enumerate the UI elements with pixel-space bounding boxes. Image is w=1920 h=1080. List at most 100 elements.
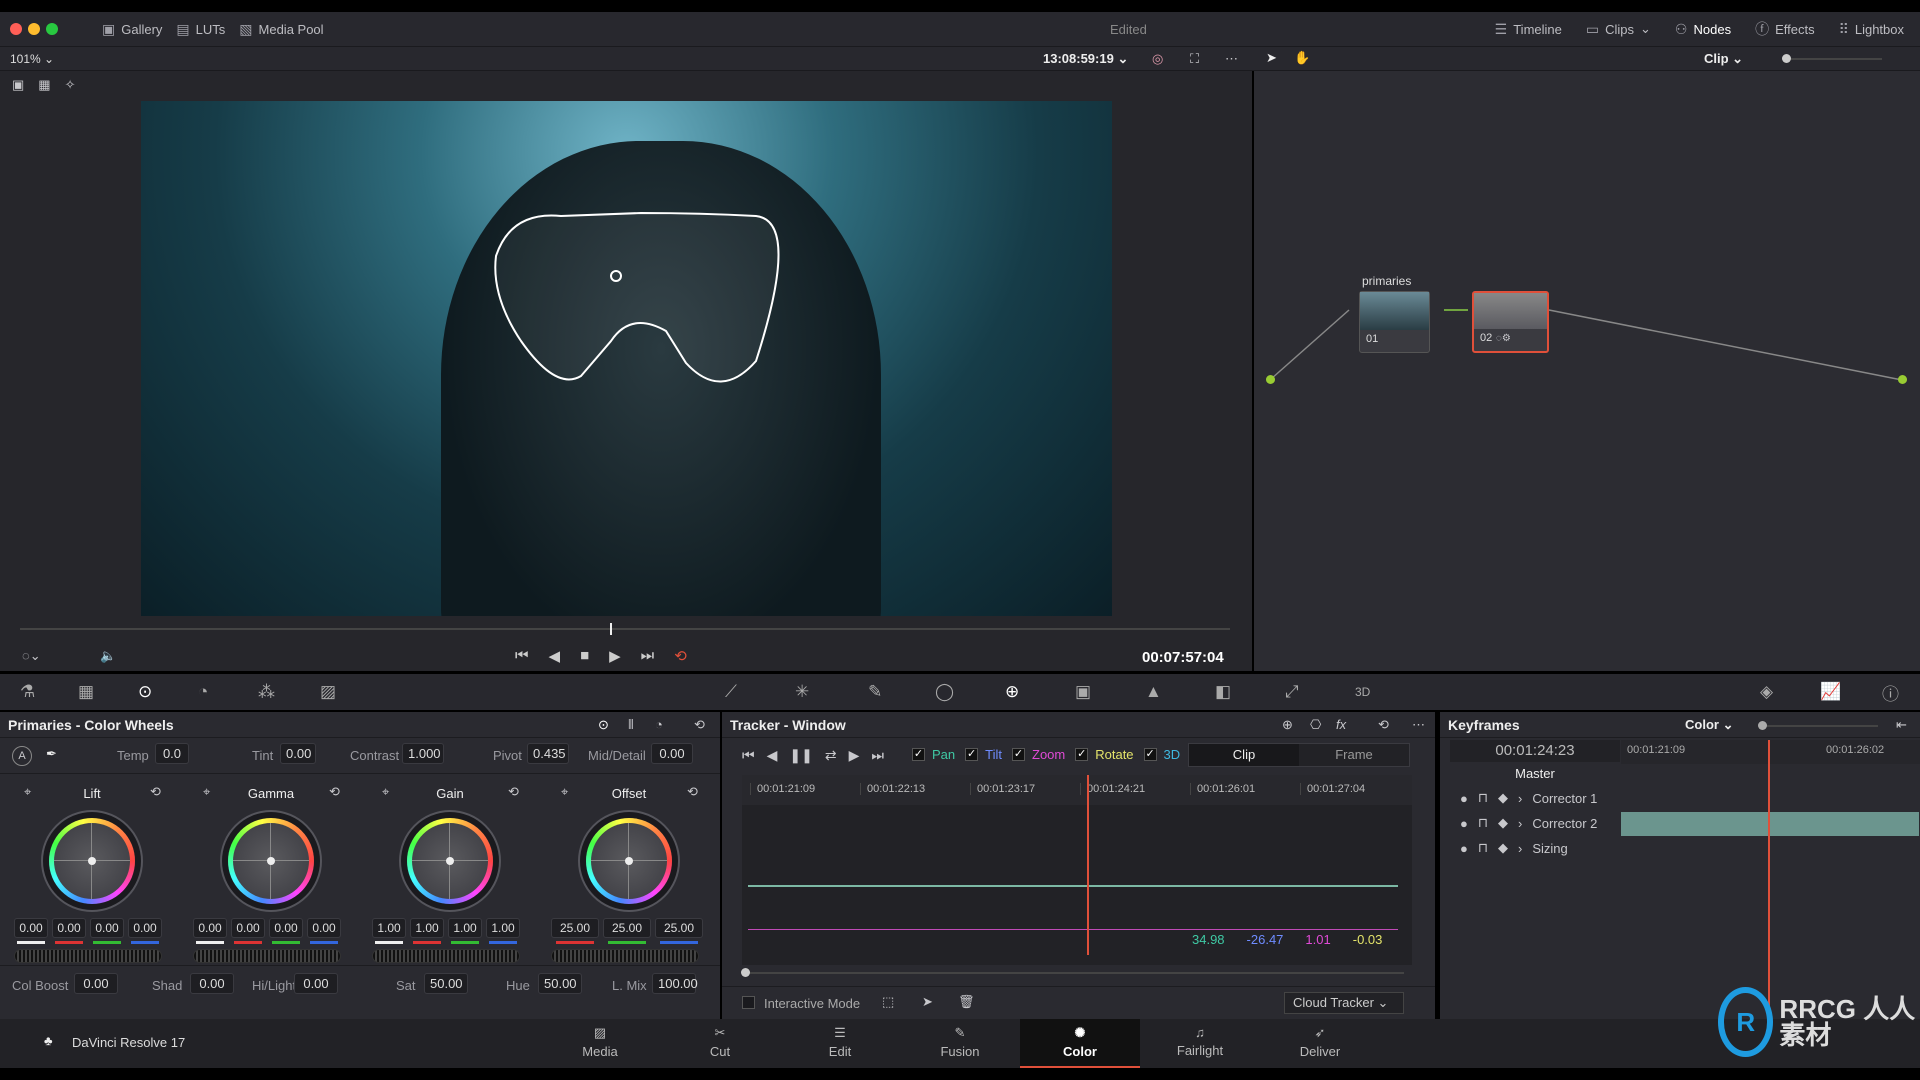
- magic-wand-icon[interactable]: ✧: [65, 77, 76, 93]
- add-point-icon[interactable]: ➤: [922, 994, 933, 1010]
- hue-field[interactable]: 50.00: [538, 973, 582, 994]
- gallery-button[interactable]: ▣ Gallery: [102, 21, 162, 38]
- delete-point-icon[interactable]: 🗑: [958, 994, 975, 1010]
- magic-mask-icon[interactable]: ▣: [1075, 682, 1091, 702]
- lock-icon[interactable]: ⊓: [1478, 815, 1488, 831]
- nav-deliver[interactable]: ➶ Deliver: [1260, 1019, 1380, 1068]
- enable-dot-icon[interactable]: ●: [1460, 841, 1468, 856]
- nav-media[interactable]: ▨ Media: [540, 1019, 660, 1068]
- color-wheel[interactable]: [586, 818, 672, 904]
- pivot-field[interactable]: 0.435: [527, 743, 569, 764]
- wheel-value-field[interactable]: 25.00: [655, 918, 703, 938]
- clip-mode-button[interactable]: Clip: [1189, 744, 1299, 766]
- sat-field[interactable]: 50.00: [424, 973, 468, 994]
- more-options-icon[interactable]: ⋯: [1412, 717, 1425, 733]
- wheel-value-field[interactable]: 0.00: [52, 918, 86, 938]
- video-frame[interactable]: [141, 101, 1112, 616]
- wheel-value-field[interactable]: 0.00: [128, 918, 162, 938]
- lightbox-button[interactable]: ⠿ Lightbox: [1839, 19, 1904, 39]
- split-view-icon[interactable]: ▣: [12, 77, 24, 93]
- tracker-playhead[interactable]: [1087, 775, 1089, 955]
- 3d-checkbox[interactable]: ✓: [1143, 748, 1157, 761]
- output-port[interactable]: [1898, 375, 1907, 384]
- color-wheel[interactable]: [49, 818, 135, 904]
- 3d-icon[interactable]: 3D: [1355, 685, 1370, 699]
- rgb-mixer-icon[interactable]: ⁂: [258, 682, 275, 702]
- wheel-value-field[interactable]: 0.00: [307, 918, 341, 938]
- jump-start-icon[interactable]: ⏮: [515, 647, 529, 665]
- nav-fairlight[interactable]: ♫ Fairlight: [1140, 1019, 1260, 1068]
- jump-end-icon[interactable]: ⏭: [641, 647, 655, 665]
- color-wheel[interactable]: [407, 818, 493, 904]
- temp-field[interactable]: 0.0: [155, 743, 189, 764]
- frame-mode-button[interactable]: Frame: [1299, 744, 1409, 766]
- rotate-checkbox[interactable]: ✓: [1075, 748, 1089, 761]
- loop-icon[interactable]: ⟲: [674, 647, 687, 665]
- tracker-graph[interactable]: 00:01:21:09 00:01:22:13 00:01:23:17 00:01:2…: [742, 775, 1412, 965]
- keyframe-filter-dropdown[interactable]: Color ⌄: [1685, 717, 1733, 733]
- step-back-icon[interactable]: ◀: [549, 647, 561, 665]
- key-icon[interactable]: ◧: [1215, 682, 1231, 702]
- log-mode-icon[interactable]: ◔: [655, 717, 663, 732]
- window-mask-shape[interactable]: [141, 101, 1112, 616]
- wheel-value-field[interactable]: 0.00: [269, 918, 303, 938]
- hi-light-field[interactable]: 0.00: [294, 973, 338, 994]
- wheel-value-field[interactable]: 1.00: [372, 918, 406, 938]
- zoom-dropdown[interactable]: 101% ⌄: [10, 52, 54, 66]
- enable-dot-icon[interactable]: ●: [1460, 816, 1468, 831]
- wheel-value-field[interactable]: 1.00: [448, 918, 482, 938]
- keyframe-track-corrector-2[interactable]: ● ⊓ ◆ › Corrector 2: [1450, 815, 1610, 831]
- hdr-wheels-icon[interactable]: ◔: [198, 682, 208, 702]
- keyframe-playhead[interactable]: [1768, 740, 1770, 1010]
- scopes-icon[interactable]: 📈: [1820, 682, 1841, 702]
- corrector-2-keyframe-bar[interactable]: [1621, 812, 1919, 836]
- l-mix-field[interactable]: 100.00: [652, 973, 698, 994]
- timeline-button[interactable]: ☰ Timeline: [1495, 19, 1562, 39]
- keyframes-palette-icon[interactable]: ◈: [1760, 682, 1773, 702]
- interactive-mode-checkbox[interactable]: [742, 996, 755, 1009]
- track-forward-end-icon[interactable]: ⏭: [871, 747, 884, 764]
- eyedropper-icon[interactable]: ✒: [46, 746, 57, 762]
- play-icon[interactable]: ▶: [609, 647, 621, 665]
- stabilizer-icon[interactable]: ⎔: [1310, 717, 1321, 733]
- master-wheel-jog[interactable]: [551, 949, 699, 963]
- tracker-h-scrollbar[interactable]: [741, 968, 1404, 977]
- master-wheel-jog[interactable]: [193, 949, 341, 963]
- media-pool-button[interactable]: ▧ Media Pool: [239, 21, 323, 38]
- camera-raw-icon[interactable]: ⚗: [20, 682, 35, 702]
- pan-checkbox[interactable]: ✓: [912, 748, 925, 761]
- reset-icon[interactable]: ⟲: [150, 784, 161, 800]
- grid-view-icon[interactable]: ▦: [38, 77, 50, 93]
- reset-icon[interactable]: ⟲: [1378, 717, 1389, 733]
- wheel-value-field[interactable]: 1.00: [486, 918, 520, 938]
- wheel-value-field[interactable]: 0.00: [231, 918, 265, 938]
- qualifier-icon[interactable]: ✎: [868, 682, 882, 702]
- source-timecode[interactable]: 13:08:59:19 ⌄: [1043, 51, 1128, 67]
- keyframe-diamond-icon[interactable]: ◆: [1498, 840, 1508, 856]
- col-boost-field[interactable]: 0.00: [74, 973, 118, 994]
- tilt-checkbox[interactable]: ✓: [965, 748, 979, 761]
- luts-button[interactable]: ▤ LUTs: [176, 21, 225, 38]
- nav-edit[interactable]: ☰ Edit: [780, 1019, 900, 1068]
- bars-mode-icon[interactable]: ⦀: [628, 717, 634, 733]
- color-wheels-icon[interactable]: ⊙: [138, 682, 152, 702]
- wheel-value-field[interactable]: 25.00: [551, 918, 599, 938]
- input-port[interactable]: [1266, 375, 1275, 384]
- track-both-icon[interactable]: ⇄: [825, 747, 837, 764]
- hand-tool-icon[interactable]: ✋: [1294, 50, 1310, 66]
- reset-icon[interactable]: ⟲: [694, 717, 705, 733]
- reset-icon[interactable]: ⟲: [329, 784, 340, 800]
- fullscreen-icon[interactable]: ⛶: [1190, 51, 1199, 67]
- track-reverse-start-icon[interactable]: ⏮: [742, 747, 755, 764]
- nav-cut[interactable]: ✂ Cut: [660, 1019, 780, 1068]
- tracker-icon[interactable]: ⊕: [1005, 682, 1019, 702]
- keyframe-track-corrector-1[interactable]: ● ⊓ ◆ › Corrector 1: [1450, 790, 1610, 806]
- keyframe-diamond-icon[interactable]: ◆: [1498, 790, 1508, 806]
- window-controls[interactable]: [10, 23, 58, 35]
- track-forward-icon[interactable]: ▶: [849, 747, 860, 764]
- reset-icon[interactable]: ⟲: [508, 784, 519, 800]
- node-zoom-slider[interactable]: [1782, 54, 1882, 63]
- blur-icon[interactable]: ▲: [1145, 682, 1162, 702]
- track-reverse-icon[interactable]: ◀: [767, 747, 778, 764]
- zoom-checkbox[interactable]: ✓: [1012, 748, 1025, 761]
